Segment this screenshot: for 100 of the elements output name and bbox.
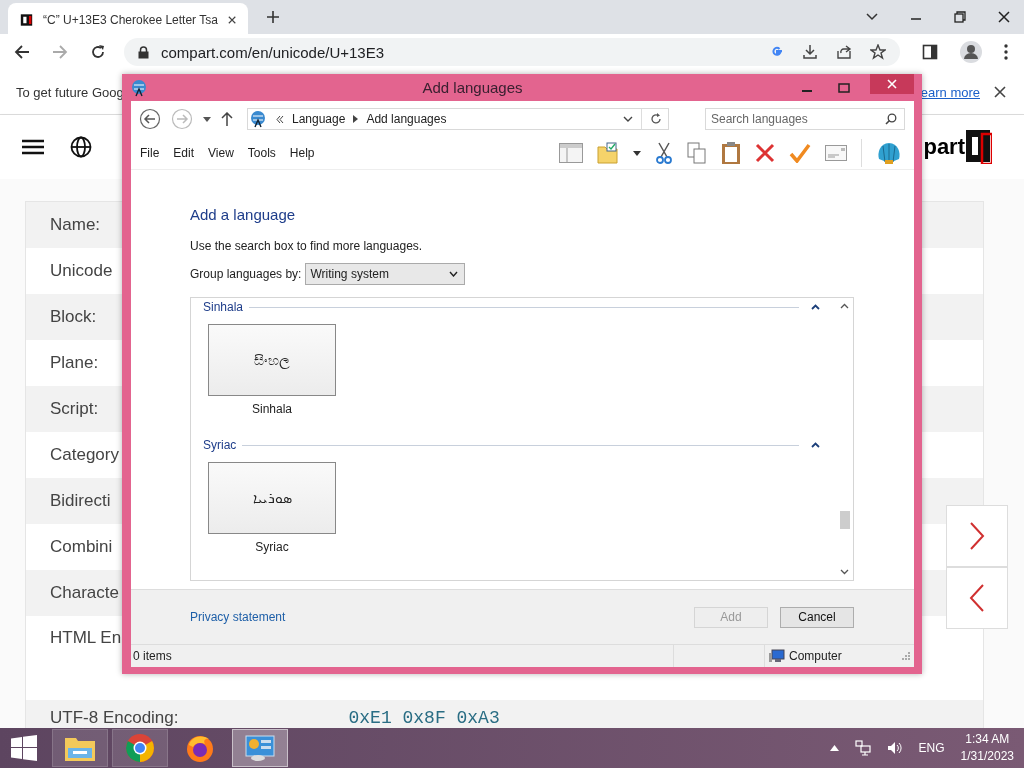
language-tile[interactable]: සිංහල	[208, 324, 336, 396]
network-icon[interactable]	[854, 740, 871, 756]
logo-icon[interactable]	[966, 130, 992, 164]
language-icon	[131, 78, 149, 97]
folder-app-icon[interactable]	[52, 729, 108, 767]
refresh-icon[interactable]	[650, 113, 662, 125]
collapse-icon[interactable]	[811, 304, 820, 310]
menu-item[interactable]: Tools	[247, 146, 276, 160]
layout-icon[interactable]	[559, 143, 583, 163]
close-button[interactable]	[870, 74, 914, 94]
property-label: UTF-8 Encoding:	[50, 708, 179, 728]
shell-icon[interactable]	[876, 141, 902, 165]
up-icon[interactable]	[221, 112, 233, 126]
caret-icon[interactable]	[623, 116, 633, 122]
chevrons-icon	[276, 115, 284, 123]
logo-text[interactable]: part	[923, 134, 965, 160]
side-panel-icon[interactable]	[922, 44, 938, 60]
delete-icon[interactable]	[755, 143, 775, 163]
share-icon[interactable]	[836, 44, 852, 60]
property-value: 0xE1 0x8F 0xA3	[348, 708, 500, 728]
back-icon[interactable]	[139, 108, 161, 130]
new-tab-icon[interactable]	[266, 10, 280, 24]
scroll-down-icon[interactable]	[840, 569, 849, 575]
collapse-icon[interactable]	[811, 442, 820, 448]
search-field[interactable]: Search languages	[705, 108, 905, 130]
menu-item[interactable]: File	[140, 146, 160, 160]
property-label: Characte	[50, 583, 119, 603]
status-text: 0 items	[133, 649, 173, 663]
resize-grip-icon[interactable]	[902, 652, 910, 660]
group-header[interactable]: Sinhala	[203, 300, 244, 314]
control-panel-app-icon[interactable]	[232, 729, 288, 767]
property-label: Bidirecti	[50, 491, 111, 511]
chevron-right-icon[interactable]	[969, 521, 985, 551]
back-icon[interactable]	[14, 44, 30, 60]
caret-icon[interactable]	[203, 116, 211, 122]
site-logo-icon	[20, 12, 33, 28]
google-icon[interactable]	[770, 45, 784, 59]
group-by-label: Group languages by:	[190, 267, 302, 281]
menu-item[interactable]: Help	[289, 146, 315, 160]
tray-expand-icon[interactable]	[829, 745, 839, 751]
address-bar[interactable]: compart.com/en/unicode/U+13E3	[124, 38, 900, 66]
search-icon[interactable]	[885, 113, 897, 125]
property-label: HTML En	[50, 628, 122, 648]
caret-icon[interactable]	[633, 150, 641, 156]
scroll-thumb[interactable]	[839, 511, 850, 529]
privacy-link[interactable]: Privacy statement	[190, 610, 286, 624]
group-by-dropdown[interactable]: Writing system	[305, 263, 466, 285]
checkmark-icon[interactable]	[789, 143, 811, 163]
property-label: Name:	[50, 215, 101, 235]
scissors-icon[interactable]	[655, 142, 673, 164]
group-header[interactable]: Syriac	[203, 438, 237, 452]
language-name: Sinhala	[252, 402, 292, 416]
property-label: Script:	[50, 399, 99, 419]
hint-text: Use the search box to find more languages.	[190, 239, 424, 253]
clipboard-icon[interactable]	[721, 141, 741, 165]
menu-icon[interactable]	[22, 139, 44, 155]
star-icon[interactable]	[870, 44, 886, 60]
profile-icon[interactable]	[960, 41, 982, 63]
download-icon[interactable]	[802, 44, 818, 60]
menu-icon[interactable]	[1004, 44, 1008, 60]
card-icon[interactable]	[825, 145, 847, 161]
clock-date[interactable]: 1/31/2023	[960, 748, 1014, 765]
caret-icon[interactable]	[866, 13, 878, 21]
zone-text: Computer	[789, 649, 842, 663]
clock-time[interactable]: 1:34 AM	[965, 731, 1010, 748]
computer-icon	[769, 649, 785, 663]
learn-more-link[interactable]: earn more	[920, 84, 980, 100]
property-label: Combini	[50, 537, 113, 557]
chevron-left-icon[interactable]	[969, 583, 985, 613]
restore-icon[interactable]	[954, 11, 966, 23]
cancel-button[interactable]: Cancel	[780, 606, 854, 628]
caret-icon[interactable]	[449, 271, 459, 277]
property-label: Category	[50, 445, 119, 465]
language-indicator[interactable]: ENG	[918, 741, 945, 755]
breadcrumb-item[interactable]: Language	[292, 112, 346, 126]
window-title: Add languages	[421, 79, 524, 96]
breadcrumb-item[interactable]: Add languages	[366, 112, 447, 126]
menu-item[interactable]: View	[208, 146, 234, 160]
close-icon[interactable]	[227, 15, 236, 25]
volume-icon[interactable]	[886, 741, 903, 755]
property-label: Plane:	[50, 353, 99, 373]
windows-logo-icon[interactable]	[11, 735, 37, 761]
language-tile[interactable]: ܣܘܪܝܝܐ	[208, 462, 336, 534]
language-name: Syriac	[255, 540, 289, 554]
address-bar[interactable]: Language Add languages	[247, 108, 669, 130]
menu-item[interactable]: Edit	[173, 146, 195, 160]
close-icon[interactable]	[998, 11, 1010, 23]
browser-tab[interactable]: “C” U+13E3 Cherokee Letter Tsa	[8, 3, 248, 37]
property-label: Block:	[50, 307, 97, 327]
close-icon[interactable]	[994, 86, 1006, 98]
globe-icon[interactable]	[70, 136, 92, 158]
breadcrumb-arrow-icon	[353, 115, 359, 123]
page-heading: Add a language	[190, 206, 297, 223]
lock-icon	[138, 45, 149, 59]
maximize-icon[interactable]	[838, 82, 850, 93]
reload-icon[interactable]	[90, 44, 106, 60]
folder-check-icon[interactable]	[597, 142, 619, 164]
chrome-app-icon[interactable]	[112, 729, 168, 767]
copy-icon[interactable]	[687, 142, 707, 164]
scroll-up-icon[interactable]	[840, 303, 849, 309]
